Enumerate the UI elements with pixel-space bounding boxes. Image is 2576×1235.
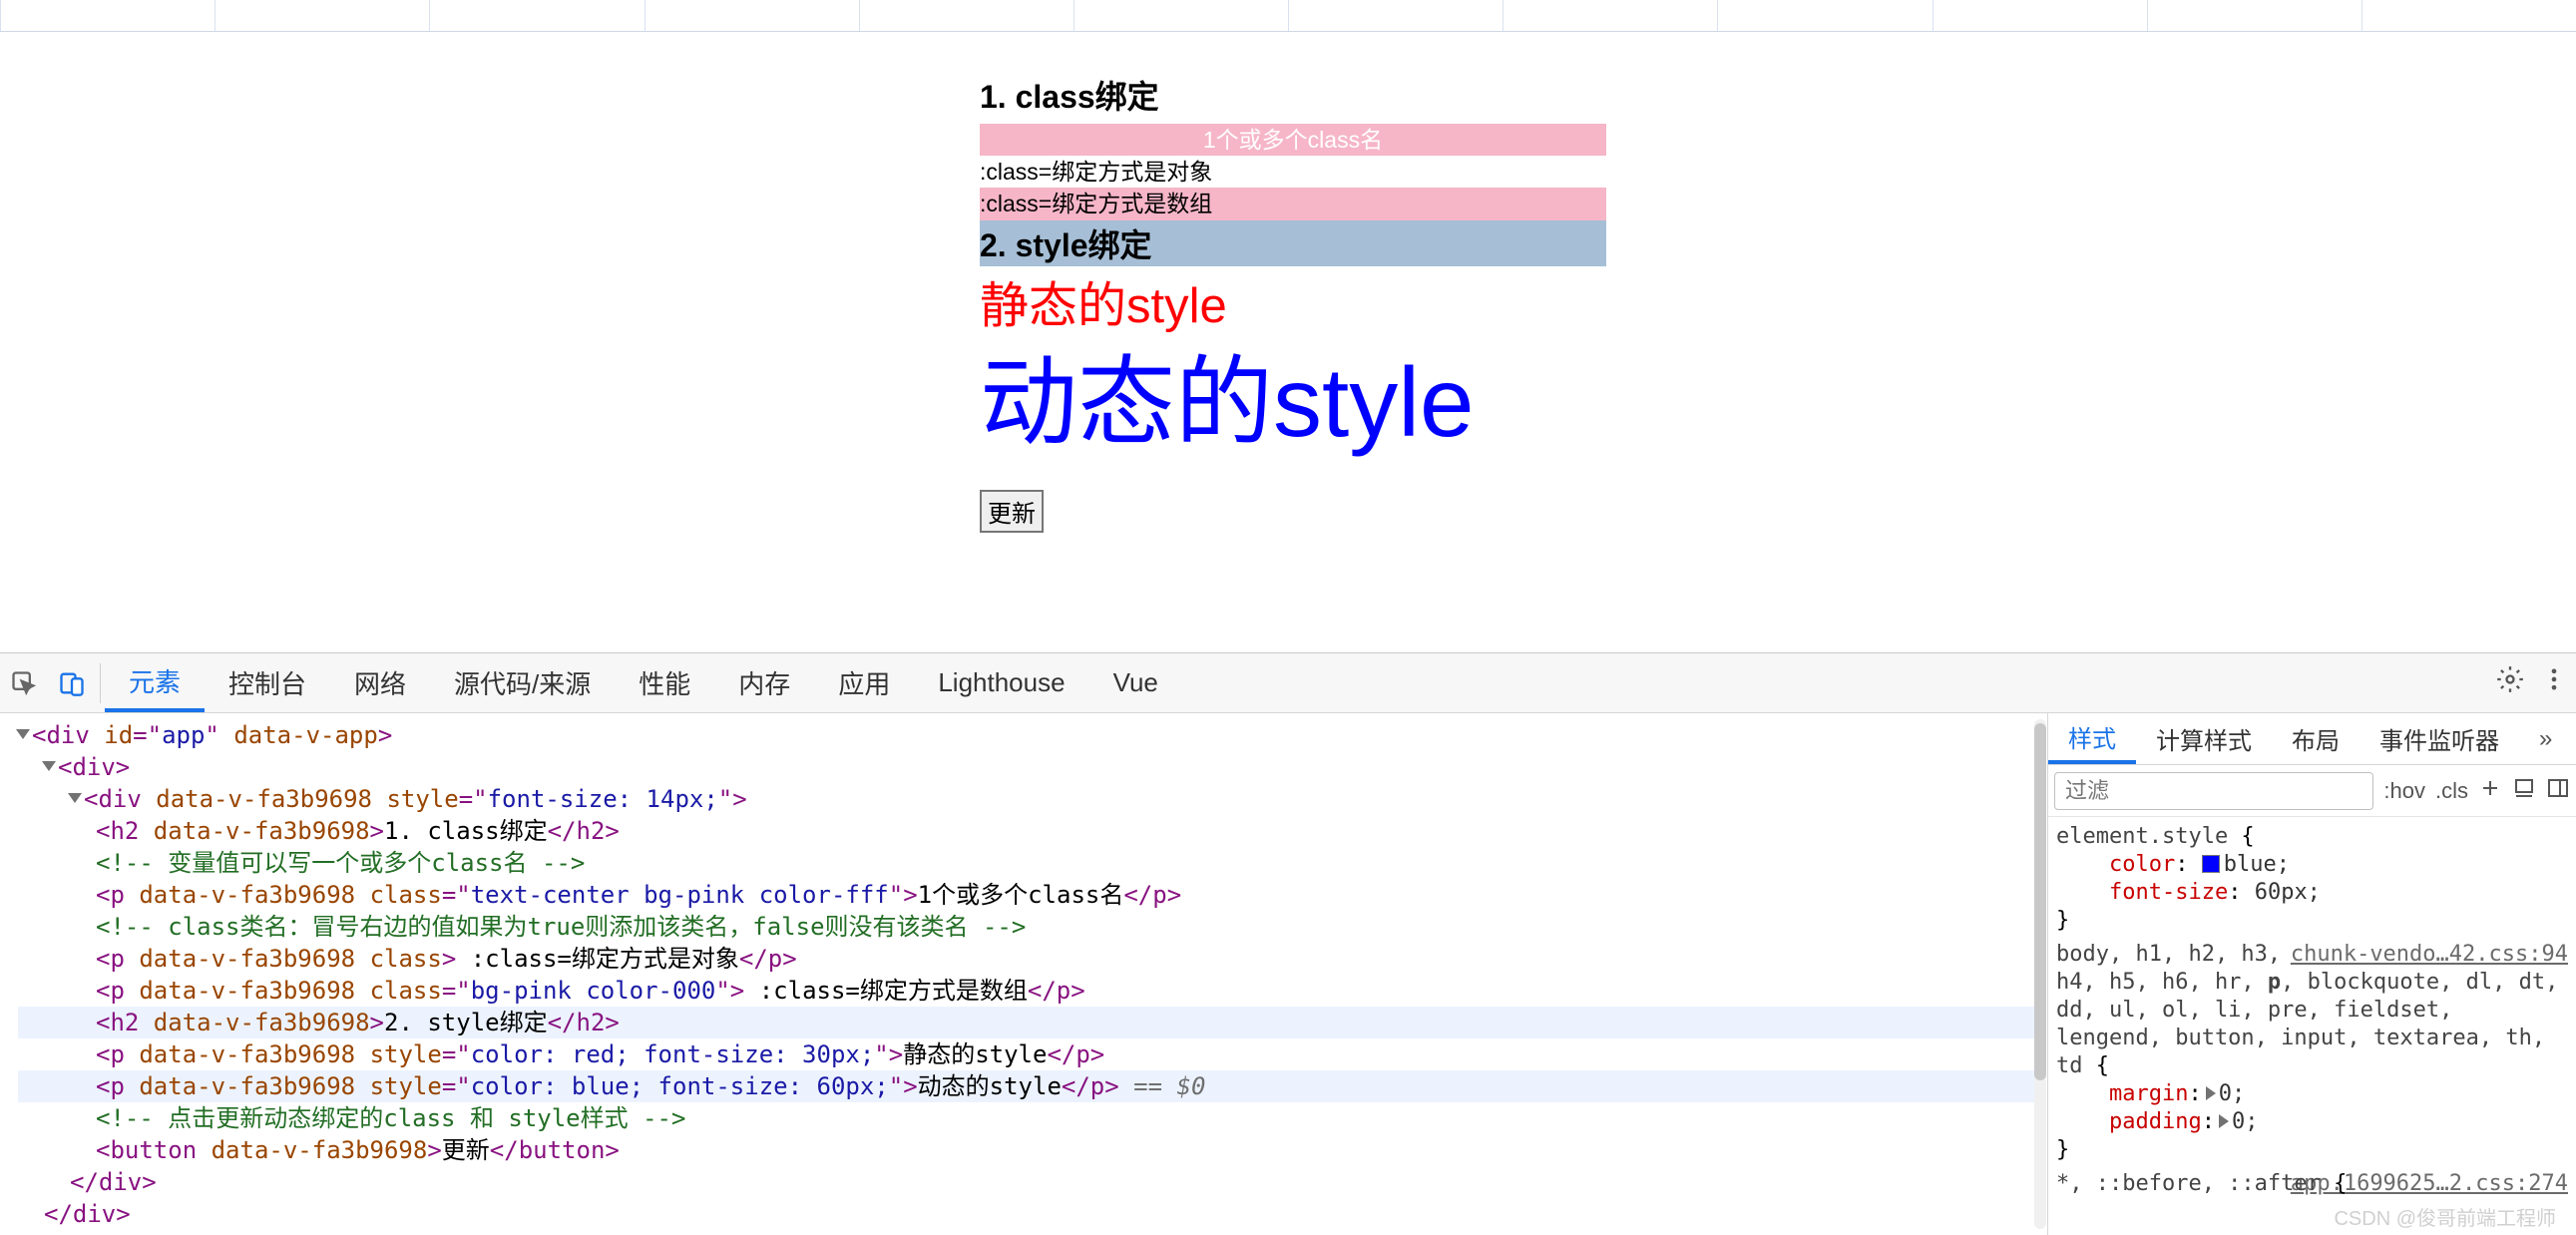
devtools-tab-性能[interactable]: 性能	[615, 653, 714, 712]
devtools-tab-元素[interactable]: 元素	[105, 653, 205, 712]
devtools-body: <div id="app" data-v-app><div><div data-…	[0, 713, 2576, 1235]
ruler-segment	[215, 0, 429, 31]
dom-line[interactable]: <p data-v-fa3b9698 class> :class=绑定方式是对象…	[18, 943, 2037, 975]
devtools-tab-源代码/来源[interactable]: 源代码/来源	[430, 653, 615, 712]
ruler-segment	[644, 0, 859, 31]
dom-line[interactable]: <p data-v-fa3b9698 class="bg-pink color-…	[18, 975, 2037, 1007]
ruler-segment	[1717, 0, 1932, 31]
rendered-page: 1. class绑定 1个或多个class名 :class=绑定方式是对象 :c…	[980, 72, 1606, 533]
add-rule-icon[interactable]	[2478, 776, 2502, 806]
update-button[interactable]: 更新	[980, 490, 1044, 533]
dom-line[interactable]: <div data-v-fa3b9698 style="font-size: 1…	[18, 783, 2037, 815]
scrollbar[interactable]	[2034, 719, 2046, 1229]
page-viewport: 1. class绑定 1个或多个class名 :class=绑定方式是对象 :c…	[0, 32, 2576, 652]
paragraph-class-object: :class=绑定方式是对象	[980, 156, 1606, 188]
dom-line[interactable]: <!-- 点击更新动态绑定的class 和 style样式 -->	[18, 1102, 2037, 1134]
devtools-tab-Lighthouse[interactable]: Lighthouse	[914, 653, 1088, 712]
devtools: 元素控制台网络源代码/来源性能内存应用LighthouseVue <div id…	[0, 652, 2576, 1235]
inspect-icon[interactable]	[0, 669, 48, 697]
dom-line[interactable]: </div>	[18, 1198, 2037, 1230]
styles-filter-input[interactable]	[2054, 772, 2373, 810]
styles-tab-more[interactable]: »	[2519, 713, 2572, 764]
ruler	[0, 0, 2576, 32]
dom-line[interactable]: <!-- class类名：冒号右边的值如果为true则添加该类名，false则没…	[18, 911, 2037, 943]
heading-class-binding: 1. class绑定	[980, 72, 1606, 118]
computed-toggle-icon[interactable]	[2512, 776, 2536, 806]
device-toggle-icon[interactable]	[48, 669, 96, 697]
ruler-segment	[1503, 0, 1717, 31]
dom-line[interactable]: <button data-v-fa3b9698>更新</button>	[18, 1134, 2037, 1166]
dom-line[interactable]: <h2 data-v-fa3b9698>2. style绑定</h2>	[18, 1007, 2037, 1038]
paragraph-class-array: :class=绑定方式是数组	[980, 188, 1606, 219]
devtools-toolbar-right	[2496, 653, 2568, 712]
devtools-toolbar: 元素控制台网络源代码/来源性能内存应用LighthouseVue	[0, 653, 2576, 713]
kebab-icon[interactable]	[2540, 665, 2568, 700]
devtools-tab-内存[interactable]: 内存	[714, 653, 814, 712]
hov-toggle[interactable]: :hov	[2383, 778, 2425, 804]
ruler-segment	[429, 0, 644, 31]
styles-body[interactable]: element.style { color: blue; font-size: …	[2048, 817, 2576, 1235]
dom-line[interactable]: </div>	[18, 1166, 2037, 1198]
paragraph-static-style: 静态的style	[980, 272, 1606, 341]
sidebar-toggle-icon[interactable]	[2546, 776, 2570, 806]
styles-tab-事件监听器[interactable]: 事件监听器	[2360, 713, 2519, 764]
styles-toolbar: :hov .cls	[2048, 765, 2576, 817]
ruler-segment	[1073, 0, 1288, 31]
gear-icon[interactable]	[2496, 665, 2524, 700]
dom-line[interactable]: <p data-v-fa3b9698 class="text-center bg…	[18, 879, 2037, 911]
cls-toggle[interactable]: .cls	[2435, 778, 2468, 804]
styles-tabs: 样式计算样式布局事件监听器»	[2048, 713, 2576, 765]
ruler-segment	[2361, 0, 2576, 31]
devtools-tab-网络[interactable]: 网络	[330, 653, 430, 712]
devtools-tabs: 元素控制台网络源代码/来源性能内存应用LighthouseVue	[105, 653, 1182, 712]
paragraph-class-names: 1个或多个class名	[980, 124, 1606, 156]
ruler-segment	[859, 0, 1073, 31]
scrollbar-thumb[interactable]	[2034, 723, 2046, 1080]
ruler-segment	[1288, 0, 1503, 31]
devtools-tab-Vue[interactable]: Vue	[1089, 653, 1182, 712]
dom-line[interactable]: <p data-v-fa3b9698 style="color: red; fo…	[18, 1038, 2037, 1070]
dom-line[interactable]: <p data-v-fa3b9698 style="color: blue; f…	[18, 1070, 2037, 1102]
devtools-tab-应用[interactable]: 应用	[814, 653, 914, 712]
dom-line[interactable]: <div>	[18, 751, 2037, 783]
ruler-segment	[0, 0, 215, 31]
ruler-segment	[2147, 0, 2361, 31]
styles-tab-布局[interactable]: 布局	[2272, 713, 2360, 764]
styles-panel: 样式计算样式布局事件监听器» :hov .cls element.style {…	[2047, 713, 2576, 1235]
toolbar-separator	[100, 663, 101, 703]
paragraph-dynamic-style: 动态的style	[980, 344, 1606, 462]
styles-tab-计算样式[interactable]: 计算样式	[2136, 713, 2272, 764]
dom-line[interactable]: <!-- 变量值可以写一个或多个class名 -->	[18, 847, 2037, 879]
styles-tab-样式[interactable]: 样式	[2048, 713, 2136, 764]
ruler-segment	[1932, 0, 2147, 31]
devtools-tab-控制台[interactable]: 控制台	[205, 653, 330, 712]
dom-line[interactable]: <h2 data-v-fa3b9698>1. class绑定</h2>	[18, 815, 2037, 847]
heading-style-binding: 2. style绑定	[980, 220, 1606, 266]
dom-line[interactable]: <div id="app" data-v-app>	[18, 719, 2037, 751]
elements-panel[interactable]: <div id="app" data-v-app><div><div data-…	[0, 713, 2047, 1235]
